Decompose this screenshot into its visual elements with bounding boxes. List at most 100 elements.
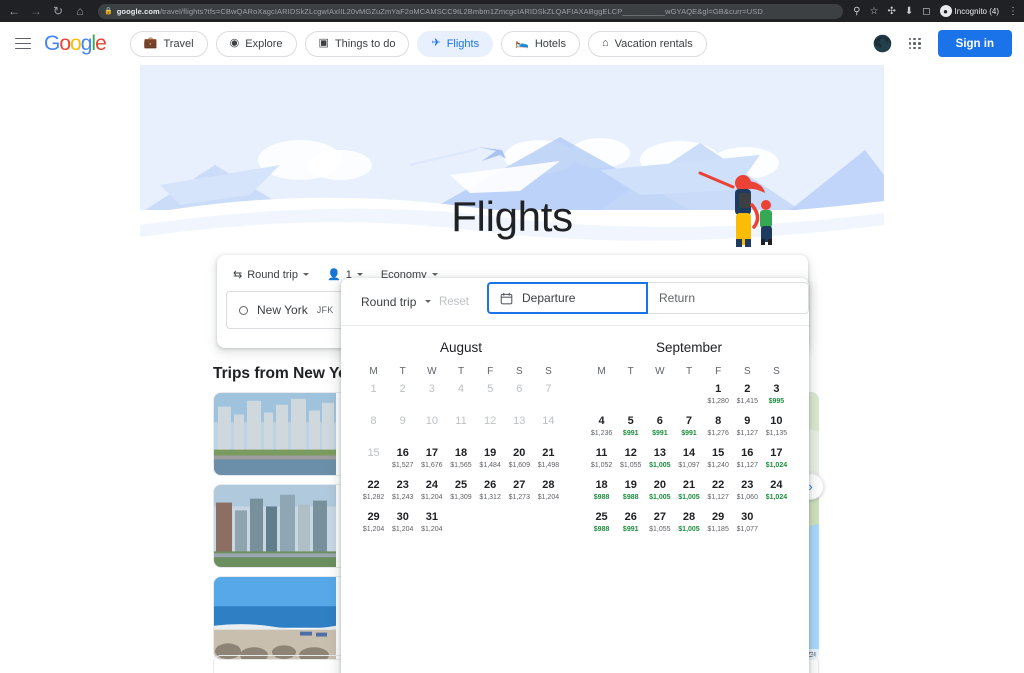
day-cell[interactable]: 5 $991 xyxy=(616,415,645,444)
weekday-label: T xyxy=(627,366,634,377)
day-cell[interactable]: 8 $1,276 xyxy=(704,415,733,444)
day-cell[interactable]: 26 $991 xyxy=(616,511,645,540)
day-cell[interactable]: 28 $1,204 xyxy=(534,479,563,508)
day-cell[interactable]: 17 $1,024 xyxy=(762,447,791,476)
day-number: 22 xyxy=(367,479,380,491)
back-arrow-icon[interactable]: ← xyxy=(6,3,22,19)
day-cell[interactable]: 25 $988 xyxy=(587,511,616,540)
day-cell[interactable]: 3 $995 xyxy=(762,383,791,412)
weekday-label: S xyxy=(545,366,552,377)
nav-pill-label: Explore xyxy=(245,37,283,50)
return-date-value: Return xyxy=(659,291,696,305)
day-cell[interactable]: 13 $1,005 xyxy=(645,447,674,476)
day-number: 27 xyxy=(653,511,666,523)
month-september: September M T W T F S S 1 $1,280 2 $1,415 3 $… xyxy=(587,340,791,673)
day-cell[interactable]: 23 $1,060 xyxy=(733,479,762,508)
home-icon[interactable]: ⌂ xyxy=(72,3,88,19)
day-cell[interactable]: 22 $1,127 xyxy=(704,479,733,508)
day-cell[interactable]: 24 $1,024 xyxy=(762,479,791,508)
nav-pill-hotels[interactable]: 🛌 Hotels xyxy=(501,30,580,57)
day-cell[interactable]: 18 $988 xyxy=(587,479,616,508)
day-cell[interactable]: 15 $1,240 xyxy=(704,447,733,476)
day-price: $1,204 xyxy=(421,526,443,533)
day-number: 7 xyxy=(685,415,693,427)
day-cell[interactable]: 9 $1,127 xyxy=(733,415,762,444)
sign-in-button[interactable]: Sign in xyxy=(937,30,1012,57)
day-cell[interactable]: 31 $1,204 xyxy=(417,511,446,540)
nav-pill-travel[interactable]: 💼 Travel xyxy=(129,30,208,57)
day-number: 23 xyxy=(396,479,409,491)
day-cell[interactable]: 10 $1,135 xyxy=(762,415,791,444)
address-bar[interactable]: 🔒 google.com/travel/flights?tfs=CBwQARoX… xyxy=(98,3,844,19)
nav-pill-flights[interactable]: ✈ Flights xyxy=(417,30,494,57)
reset-button[interactable]: Reset xyxy=(439,296,487,308)
month-name: September xyxy=(655,340,723,355)
nav-pill-explore[interactable]: ◉ Explore xyxy=(215,30,297,57)
hero-banner: Flights xyxy=(0,65,1024,255)
forward-arrow-icon[interactable]: → xyxy=(28,3,44,19)
day-cell[interactable]: 25 $1,309 xyxy=(446,479,475,508)
hamburger-menu-icon[interactable] xyxy=(12,33,34,55)
profile-chip[interactable]: ● Incognito (4) xyxy=(939,5,999,17)
moon-icon[interactable]: 🌑 xyxy=(873,35,893,53)
day-cell[interactable]: 14 $1,097 xyxy=(674,447,703,476)
search-icon[interactable]: ⚲ xyxy=(853,6,860,17)
day-price: $1,204 xyxy=(392,526,414,533)
star-icon[interactable]: ☆ xyxy=(869,6,878,17)
day-cell[interactable]: 30 $1,077 xyxy=(733,511,762,540)
day-cell[interactable]: 29 $1,185 xyxy=(704,511,733,540)
day-number: 8 xyxy=(715,415,722,427)
day-cell[interactable]: 29 $1,204 xyxy=(359,511,388,540)
day-cell[interactable]: 17 $1,676 xyxy=(417,447,446,476)
extensions-icon[interactable]: ✣ xyxy=(887,6,895,17)
day-cell[interactable]: 21 $1,498 xyxy=(534,447,563,476)
day-cell[interactable]: 27 $1,055 xyxy=(645,511,674,540)
kebab-menu-icon[interactable]: ⋮ xyxy=(1008,6,1018,17)
apps-grid-icon[interactable] xyxy=(906,35,924,53)
day-cell[interactable]: 23 $1,243 xyxy=(388,479,417,508)
return-date-input[interactable]: Return xyxy=(648,282,809,314)
day-cell[interactable]: 7 $991 xyxy=(674,415,703,444)
day-cell[interactable]: 16 $1,127 xyxy=(733,447,762,476)
day-number: 4 xyxy=(598,415,605,427)
download-icon[interactable]: ⬇ xyxy=(905,6,913,17)
day-cell[interactable]: 1 $1,280 xyxy=(704,383,733,412)
departure-date-input[interactable]: Departure xyxy=(487,282,648,314)
side-panel-icon[interactable]: ◻ xyxy=(922,6,930,17)
weekday-label: S xyxy=(743,366,751,377)
google-logo[interactable]: Google xyxy=(44,32,107,56)
day-cell[interactable]: 6 $991 xyxy=(645,415,674,444)
day-number: 16 xyxy=(396,447,409,459)
main-content: ⇆ Round trip 👤 1 Economy New York JFK Tr… xyxy=(0,255,1024,673)
day-cell[interactable]: 18 $1,565 xyxy=(446,447,475,476)
trip-type-selector[interactable]: ⇆ Round trip xyxy=(226,264,316,285)
calendar-trip-type-selector[interactable]: Round trip xyxy=(361,295,432,309)
day-cell[interactable]: 27 $1,273 xyxy=(505,479,534,508)
day-cell[interactable]: 28 $1,005 xyxy=(674,511,703,540)
day-cell[interactable]: 22 $1,282 xyxy=(359,479,388,508)
day-cell[interactable]: 20 $1,005 xyxy=(645,479,674,508)
day-cell-empty xyxy=(616,383,645,412)
origin-airport-code: JFK xyxy=(316,305,334,315)
day-cell[interactable]: 21 $1,005 xyxy=(674,479,703,508)
day-cell[interactable]: 19 $1,484 xyxy=(476,447,505,476)
nav-pill-vacation-rentals[interactable]: ⌂ Vacation rentals xyxy=(588,30,707,57)
day-cell[interactable]: 16 $1,527 xyxy=(388,447,417,476)
day-cell[interactable]: 20 $1,609 xyxy=(505,447,534,476)
day-cell[interactable]: 2 $1,415 xyxy=(733,383,762,412)
day-cell[interactable]: 24 $1,204 xyxy=(417,479,446,508)
day-cell[interactable]: 4 $1,236 xyxy=(587,415,616,444)
day-cell[interactable]: 12 $1,055 xyxy=(616,447,645,476)
day-cell[interactable]: 30 $1,204 xyxy=(388,511,417,540)
day-price: $1,282 xyxy=(362,494,385,501)
calendar-icon xyxy=(500,292,513,304)
day-cell[interactable]: 26 $1,312 xyxy=(476,479,505,508)
nav-pill-things-to-do[interactable]: ▣ Things to do xyxy=(304,30,410,57)
day-price: $1,097 xyxy=(678,462,700,469)
reload-icon[interactable]: ↻ xyxy=(50,3,66,19)
day-cell[interactable]: 19 $988 xyxy=(616,479,645,508)
day-number: 30 xyxy=(396,511,409,523)
day-number: 25 xyxy=(454,479,468,491)
day-cell[interactable]: 11 $1,052 xyxy=(587,447,616,476)
day-cell: 9 xyxy=(388,415,417,444)
